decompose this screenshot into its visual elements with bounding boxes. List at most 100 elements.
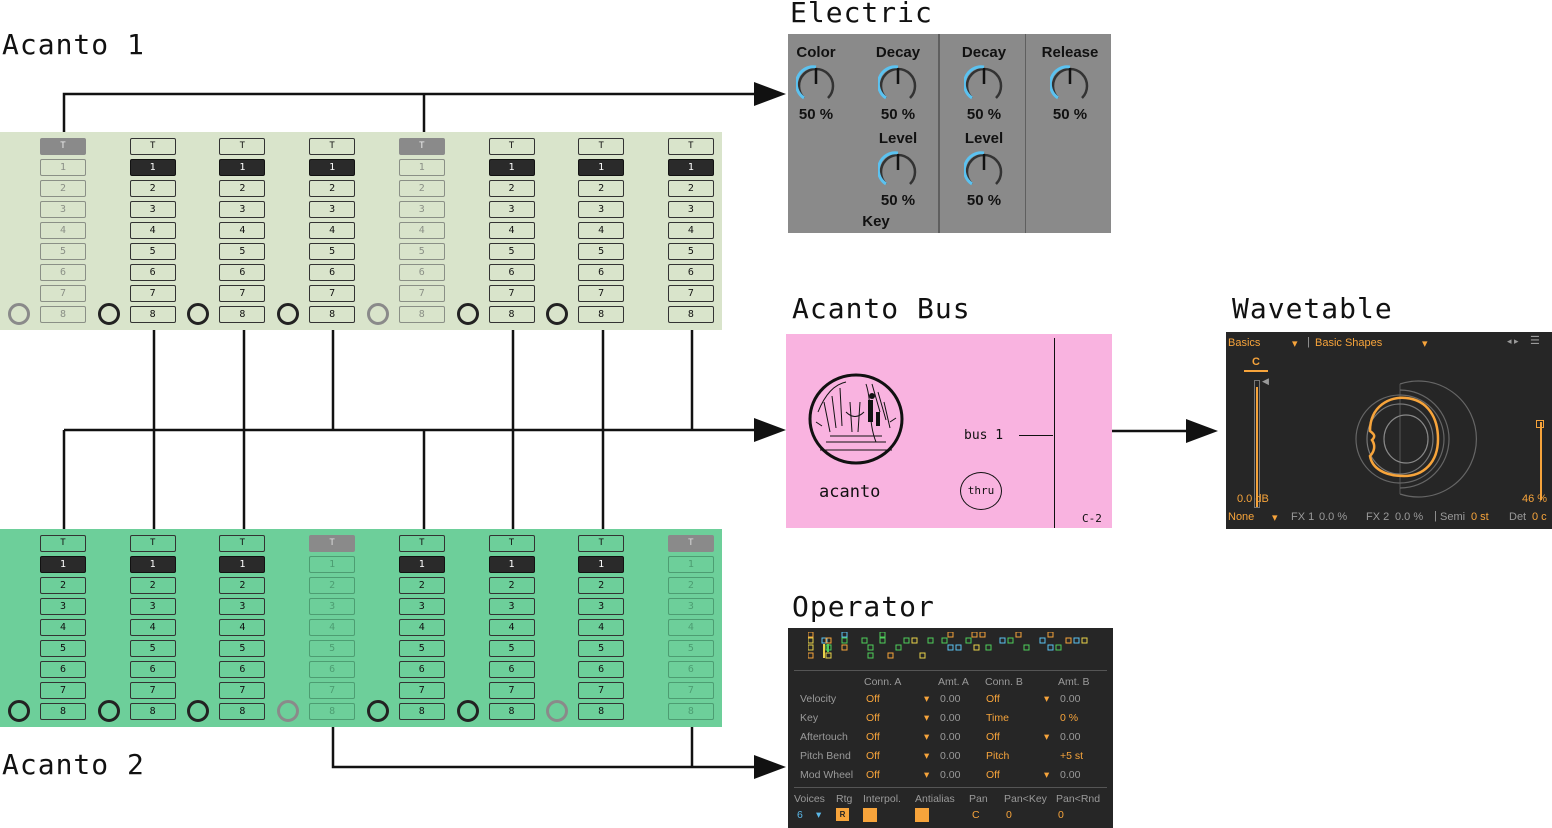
thru-toggle[interactable]: T <box>40 138 86 155</box>
channel-ring-icon[interactable] <box>456 700 479 722</box>
thru-toggle[interactable]: T <box>219 138 266 155</box>
step-button[interactable]: 7 <box>667 285 714 302</box>
step-button[interactable]: 6 <box>667 264 714 281</box>
category-dropdown-icon[interactable]: ▾ <box>1292 337 1298 350</box>
step-button[interactable]: 6 <box>309 661 356 678</box>
step-button[interactable]: 6 <box>398 661 445 678</box>
step-button[interactable]: 7 <box>129 285 176 302</box>
step-button[interactable]: 1 <box>398 556 445 573</box>
step-button[interactable]: 1 <box>398 159 445 176</box>
step-button[interactable]: 4 <box>129 619 176 636</box>
step-button[interactable]: 6 <box>667 661 714 678</box>
step-button[interactable]: 8 <box>129 703 176 720</box>
step-button[interactable]: 6 <box>488 264 535 281</box>
amt-b-value[interactable]: 0 % <box>1060 712 1078 724</box>
amt-b-value[interactable]: 0.00 <box>1060 769 1080 781</box>
step-button[interactable]: 3 <box>398 201 445 218</box>
conn-a-select[interactable]: Off <box>866 769 880 781</box>
channel-ring-icon[interactable] <box>456 303 479 325</box>
step-button[interactable]: 8 <box>578 703 625 720</box>
step-button[interactable]: 2 <box>578 180 625 197</box>
step-button[interactable]: 1 <box>488 556 535 573</box>
channel-ring-icon[interactable] <box>97 303 120 325</box>
step-button[interactable]: 5 <box>309 640 356 657</box>
step-button[interactable]: 3 <box>578 598 625 615</box>
amt-b-value[interactable]: +5 st <box>1060 750 1083 762</box>
preset-select[interactable]: Basic Shapes <box>1315 337 1382 349</box>
step-button[interactable]: 6 <box>40 661 86 678</box>
channel-ring-icon[interactable] <box>8 303 30 325</box>
dropdown-icon[interactable]: ▾ <box>1044 769 1049 781</box>
retrigger-toggle[interactable]: R <box>836 808 849 821</box>
step-button[interactable]: 8 <box>219 703 266 720</box>
antialias-toggle[interactable] <box>915 808 929 822</box>
step-button[interactable]: 3 <box>40 598 86 615</box>
dropdown-icon[interactable]: ▾ <box>1044 731 1049 743</box>
step-button[interactable]: 8 <box>398 306 445 323</box>
step-button[interactable]: 3 <box>578 201 625 218</box>
step-button[interactable]: 8 <box>309 306 356 323</box>
conn-b-select[interactable]: Off <box>986 693 1000 705</box>
step-button[interactable]: 8 <box>488 703 535 720</box>
step-button[interactable]: 8 <box>667 306 714 323</box>
interpol-toggle[interactable] <box>863 808 877 822</box>
step-button[interactable]: 1 <box>129 159 176 176</box>
step-button[interactable]: 2 <box>129 180 176 197</box>
step-button[interactable]: 4 <box>40 619 86 636</box>
step-button[interactable]: 5 <box>40 243 86 260</box>
step-button[interactable]: 8 <box>219 306 266 323</box>
level2-knob[interactable] <box>964 150 1004 190</box>
step-button[interactable]: 4 <box>488 619 535 636</box>
step-button[interactable]: 8 <box>667 703 714 720</box>
step-button[interactable]: 1 <box>667 556 714 573</box>
step-button[interactable]: 7 <box>578 682 625 699</box>
step-button[interactable]: 8 <box>398 703 445 720</box>
step-button[interactable]: 5 <box>488 640 535 657</box>
step-button[interactable]: 1 <box>309 556 356 573</box>
pan-rnd-value[interactable]: 0 <box>1058 809 1064 821</box>
channel-ring-icon[interactable] <box>546 700 569 722</box>
release-knob[interactable] <box>1050 64 1090 104</box>
dropdown-icon[interactable]: ▾ <box>924 712 929 724</box>
step-button[interactable]: 1 <box>488 159 535 176</box>
step-button[interactable]: 2 <box>219 577 266 594</box>
step-button[interactable]: 1 <box>219 556 266 573</box>
step-button[interactable]: 3 <box>667 598 714 615</box>
step-button[interactable]: 5 <box>129 640 176 657</box>
step-button[interactable]: 7 <box>398 682 445 699</box>
pan-value[interactable]: C <box>972 809 980 821</box>
det-value[interactable]: 0 c <box>1532 511 1547 523</box>
step-button[interactable]: 6 <box>578 264 625 281</box>
category-select[interactable]: Basics <box>1228 337 1260 349</box>
filter-type-select[interactable]: None <box>1228 511 1254 523</box>
step-button[interactable]: 2 <box>398 577 445 594</box>
step-button[interactable]: 6 <box>578 661 625 678</box>
step-button[interactable]: 2 <box>40 577 86 594</box>
step-button[interactable]: 2 <box>667 577 714 594</box>
step-button[interactable]: 6 <box>219 661 266 678</box>
step-button[interactable]: 3 <box>309 598 356 615</box>
step-button[interactable]: 5 <box>398 640 445 657</box>
dropdown-icon[interactable]: ▾ <box>924 769 929 781</box>
step-button[interactable]: 1 <box>309 159 356 176</box>
fx2-value[interactable]: 0.0 % <box>1395 511 1423 523</box>
step-button[interactable]: 7 <box>129 682 176 699</box>
step-button[interactable]: 4 <box>578 619 625 636</box>
step-button[interactable]: 3 <box>667 201 714 218</box>
conn-b-select[interactable]: Pitch <box>986 750 1009 762</box>
step-button[interactable]: 5 <box>578 640 625 657</box>
step-button[interactable]: 7 <box>40 682 86 699</box>
step-button[interactable]: 5 <box>129 243 176 260</box>
channel-ring-icon[interactable] <box>97 700 120 722</box>
step-button[interactable]: 5 <box>398 243 445 260</box>
thru-toggle[interactable]: T <box>309 138 356 155</box>
gain-slider[interactable] <box>1254 380 1260 508</box>
step-button[interactable]: 1 <box>219 159 266 176</box>
channel-ring-icon[interactable] <box>8 700 30 722</box>
algorithm-grid[interactable] <box>808 632 1098 666</box>
thru-toggle[interactable]: T <box>488 535 535 552</box>
thru-toggle[interactable]: T <box>219 535 266 552</box>
thru-toggle[interactable]: T <box>488 138 535 155</box>
step-button[interactable]: 8 <box>40 306 86 323</box>
amt-a-value[interactable]: 0.00 <box>940 712 960 724</box>
